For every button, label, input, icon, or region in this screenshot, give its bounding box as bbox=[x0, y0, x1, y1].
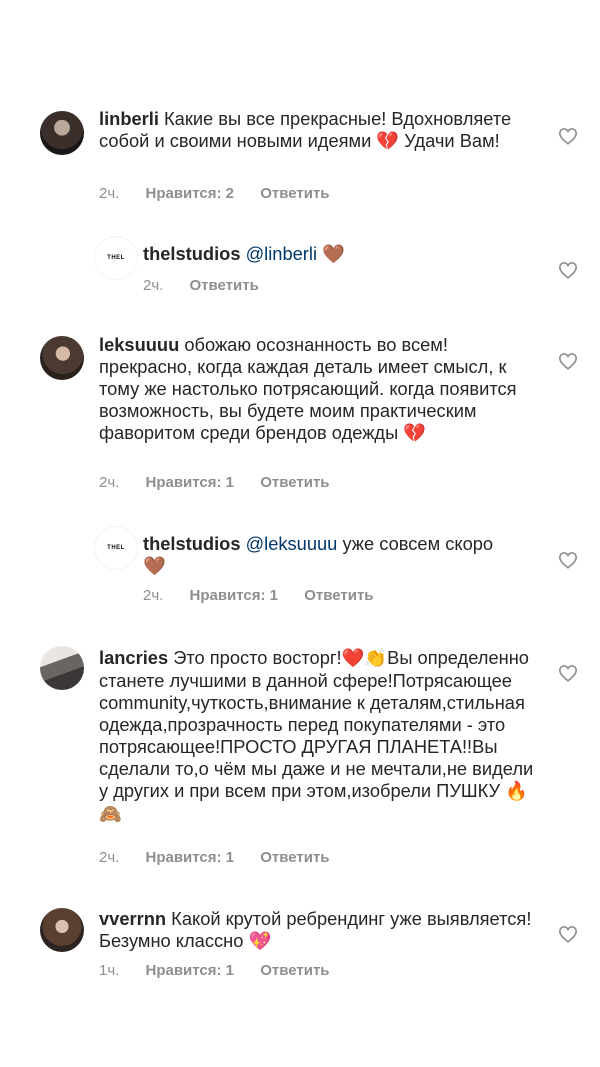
heart-icon[interactable] bbox=[558, 261, 578, 279]
heart-icon[interactable] bbox=[558, 551, 578, 569]
emoji: 💔 bbox=[403, 423, 427, 444]
comment-body: linberli Какие вы все прекрасные! Вдохно… bbox=[99, 108, 539, 153]
avatar[interactable] bbox=[40, 336, 84, 380]
likes-count[interactable]: Нравится: 2 bbox=[146, 185, 235, 202]
avatar[interactable]: THEL bbox=[94, 526, 138, 570]
username[interactable]: leksuuuu bbox=[99, 334, 179, 355]
heart-icon[interactable] bbox=[558, 925, 578, 943]
emoji: 🤎 bbox=[322, 244, 345, 265]
heart-icon[interactable] bbox=[558, 664, 578, 682]
heart-icon[interactable] bbox=[558, 352, 578, 370]
brand-logo: THEL bbox=[107, 545, 125, 551]
brand-logo: THEL bbox=[107, 255, 125, 261]
comment-meta: 2ч. Нравится: 2 Ответить bbox=[99, 185, 352, 202]
avatar[interactable] bbox=[40, 908, 84, 952]
likes-count[interactable]: Нравится: 1 bbox=[146, 962, 235, 979]
comment-text: уже совсем скоро bbox=[342, 533, 494, 554]
timestamp: 2ч. bbox=[99, 185, 120, 202]
reply-button[interactable]: Ответить bbox=[260, 962, 329, 979]
avatar[interactable] bbox=[40, 646, 84, 690]
heart-icon[interactable] bbox=[558, 127, 578, 145]
username[interactable]: thelstudios bbox=[143, 533, 241, 554]
username[interactable]: linberli bbox=[99, 108, 159, 129]
comment-body: thelstudios @linberli 🤎 bbox=[143, 243, 543, 266]
comment-text-end: Удачи Вам! bbox=[404, 130, 500, 151]
timestamp: 1ч. bbox=[99, 962, 120, 979]
comment-meta: 2ч. Ответить bbox=[143, 277, 281, 294]
comment-text: Вы определенно станете лучшими в данной … bbox=[99, 647, 534, 801]
timestamp: 2ч. bbox=[99, 849, 120, 866]
emoji: 🤎 bbox=[143, 556, 166, 577]
mention-link[interactable]: @leksuuuu bbox=[246, 533, 338, 554]
username[interactable]: lancries bbox=[99, 647, 168, 668]
emoji: ❤️👏 bbox=[341, 648, 388, 669]
comment-meta: 1ч. Нравится: 1 Ответить bbox=[99, 962, 352, 979]
reply-button[interactable]: Ответить bbox=[304, 587, 373, 604]
reply-button[interactable]: Ответить bbox=[260, 185, 329, 202]
comment-body: leksuuuu обожаю осознанность во всем! пр… bbox=[99, 334, 539, 445]
reply-button[interactable]: Ответить bbox=[260, 474, 329, 491]
emoji: 💔 bbox=[376, 131, 400, 152]
avatar[interactable] bbox=[40, 111, 84, 155]
comment-text: Это просто восторг! bbox=[173, 647, 342, 668]
comment-meta: 2ч. Нравится: 1 Ответить bbox=[143, 587, 396, 604]
likes-count[interactable]: Нравится: 1 bbox=[190, 587, 279, 604]
timestamp: 2ч. bbox=[143, 587, 164, 604]
comment-meta: 2ч. Нравится: 1 Ответить bbox=[99, 849, 352, 866]
username[interactable]: thelstudios bbox=[143, 243, 241, 264]
mention-link[interactable]: @linberli bbox=[246, 243, 317, 264]
comment-body: vverrnn Какой крутой ребрендинг уже выяв… bbox=[99, 908, 539, 953]
username[interactable]: vverrnn bbox=[99, 908, 166, 929]
likes-count[interactable]: Нравится: 1 bbox=[146, 474, 235, 491]
timestamp: 2ч. bbox=[143, 277, 164, 294]
reply-button[interactable]: Ответить bbox=[190, 277, 259, 294]
timestamp: 2ч. bbox=[99, 474, 120, 491]
comment-body: thelstudios @leksuuuu уже совсем скоро 🤎 bbox=[143, 533, 543, 578]
emoji: 💖 bbox=[248, 931, 272, 952]
comment-body: lancries Это просто восторг!❤️👏Вы опреде… bbox=[99, 647, 539, 826]
likes-count[interactable]: Нравится: 1 bbox=[146, 849, 235, 866]
avatar[interactable]: THEL bbox=[94, 236, 138, 280]
comment-meta: 2ч. Нравится: 1 Ответить bbox=[99, 474, 352, 491]
reply-button[interactable]: Ответить bbox=[260, 849, 329, 866]
